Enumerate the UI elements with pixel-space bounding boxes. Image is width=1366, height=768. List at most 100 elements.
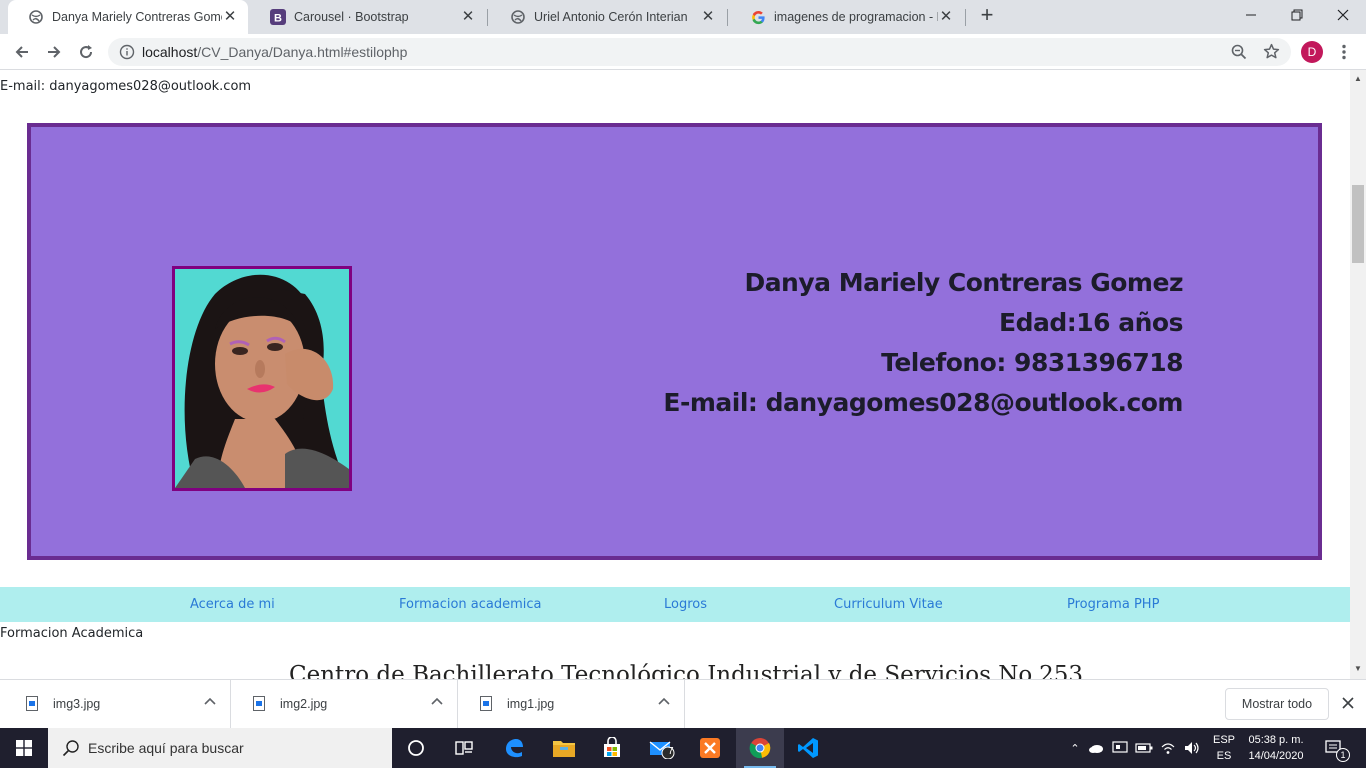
tab-separator: [487, 9, 488, 26]
tab-close-icon[interactable]: ✕: [700, 9, 716, 25]
system-tray: ⌃: [1066, 728, 1204, 768]
store-icon[interactable]: [588, 728, 636, 768]
vscode-icon[interactable]: [784, 728, 832, 768]
tab-title: imagenes de programacion - Bús: [774, 10, 938, 24]
search-icon: [62, 739, 80, 762]
back-arrow-icon[interactable]: [8, 38, 36, 66]
download-filename: img2.jpg: [280, 697, 328, 711]
notification-icon[interactable]: 1: [1314, 728, 1354, 768]
forward-arrow-icon[interactable]: [40, 38, 68, 66]
tab-strip: Danya Mariely Contreras Gomez ✕ B Carous…: [0, 0, 1366, 34]
image-file-icon: [253, 696, 265, 711]
email-text: E-mail: danyagomes028@outlook.com: [0, 79, 252, 94]
nav-link-curriculum[interactable]: Curriculum Vitae: [834, 597, 943, 612]
cortana-icon[interactable]: [392, 728, 440, 768]
tab-close-icon[interactable]: ✕: [938, 9, 954, 25]
profile-info: Danya Mariely Contreras Gomez Edad:16 añ…: [663, 263, 1183, 423]
profile-avatar[interactable]: D: [1301, 41, 1323, 63]
battery-icon[interactable]: [1132, 743, 1156, 753]
keyboard-code: ES: [1216, 750, 1232, 762]
image-file-icon: [26, 696, 38, 711]
wifi-icon[interactable]: [1156, 741, 1180, 755]
minimize-button[interactable]: [1228, 0, 1274, 30]
profile-age: Edad:16 años: [999, 308, 1183, 337]
section-nav: Acerca de mi Formacion academica Logros …: [0, 587, 1350, 622]
tab-title: Danya Mariely Contreras Gomez: [52, 10, 222, 24]
search-placeholder: Escribe aquí para buscar: [88, 740, 244, 756]
zoom-icon[interactable]: [1231, 44, 1247, 65]
tab-google[interactable]: imagenes de programacion - Bús ✕: [730, 0, 964, 34]
taskbar-clock[interactable]: 05:38 p. m. 14/04/2020: [1240, 732, 1312, 764]
mail-icon[interactable]: 7: [638, 728, 686, 768]
windows-start-icon[interactable]: [0, 728, 48, 768]
tab-danya[interactable]: Danya Mariely Contreras Gomez ✕: [8, 0, 248, 34]
close-downloads-icon[interactable]: [1339, 694, 1357, 712]
reload-icon[interactable]: [72, 38, 100, 66]
globe-icon: [510, 9, 526, 25]
url-path: /CV_Danya/Danya.html#estilophp: [197, 44, 408, 60]
tab-title: Uriel Antonio Cerón Interian: [534, 10, 688, 24]
mail-badge: 7: [668, 746, 674, 757]
profile-name: Danya Mariely Contreras Gomez: [744, 268, 1183, 297]
clock-date: 14/04/2020: [1248, 750, 1304, 762]
image-file-icon: [480, 696, 492, 711]
chevron-up-icon[interactable]: [656, 694, 672, 710]
menu-kebab-icon[interactable]: [1330, 38, 1358, 66]
file-explorer-icon[interactable]: [540, 728, 588, 768]
windows-taskbar: Escribe aquí para buscar 7 ⌃ ESP ES 05:3…: [0, 728, 1366, 768]
volume-icon[interactable]: [1180, 741, 1204, 755]
tab-close-icon[interactable]: ✕: [222, 9, 238, 25]
restore-button[interactable]: [1274, 0, 1320, 30]
chevron-up-icon[interactable]: [429, 694, 445, 710]
download-item[interactable]: img3.jpg: [4, 680, 231, 729]
address-bar[interactable]: localhost/CV_Danya/Danya.html#estilophp: [108, 38, 1291, 66]
device-icon[interactable]: [1108, 741, 1132, 755]
chrome-icon[interactable]: [736, 728, 784, 768]
svg-text:B: B: [274, 13, 282, 25]
nav-link-acerca[interactable]: Acerca de mi: [190, 597, 275, 612]
browser-toolbar: localhost/CV_Danya/Danya.html#estilophp …: [0, 34, 1366, 70]
tab-uriel[interactable]: Uriel Antonio Cerón Interian ✕: [490, 0, 726, 34]
page-scrollbar[interactable]: ▲ ▼: [1350, 70, 1366, 679]
bootstrap-icon: B: [270, 9, 286, 25]
language-indicator[interactable]: ESP ES: [1208, 732, 1240, 764]
window-close-button[interactable]: [1320, 0, 1366, 30]
xampp-icon[interactable]: [686, 728, 734, 768]
section-heading: Formacion Academica: [0, 626, 144, 641]
download-filename: img3.jpg: [53, 697, 101, 711]
scroll-thumb[interactable]: [1352, 185, 1364, 263]
page-viewport: E-mail: danyagomes028@outlook.com Danya …: [0, 70, 1350, 679]
url-text: localhost/CV_Danya/Danya.html#estilophp: [142, 44, 407, 60]
globe-icon: [28, 9, 44, 25]
tab-title: Carousel · Bootstrap: [294, 10, 409, 24]
scroll-down-icon[interactable]: ▼: [1354, 664, 1362, 673]
chevron-up-icon[interactable]: ⌃: [1066, 742, 1084, 755]
onedrive-icon[interactable]: [1084, 743, 1108, 753]
notification-count: 1: [1336, 748, 1350, 762]
downloads-shelf: img3.jpg img2.jpg img1.jpg Mostrar todo: [0, 679, 1366, 729]
new-tab-button[interactable]: +: [976, 4, 998, 27]
tab-carousel[interactable]: B Carousel · Bootstrap ✕: [250, 0, 486, 34]
show-all-downloads-button[interactable]: Mostrar todo: [1225, 688, 1329, 720]
edge-icon[interactable]: [490, 728, 538, 768]
tab-close-icon[interactable]: ✕: [460, 9, 476, 25]
google-icon: [750, 9, 766, 25]
bookmark-star-icon[interactable]: [1263, 43, 1280, 65]
profile-email: E-mail: danyagomes028@outlook.com: [663, 388, 1183, 417]
info-icon[interactable]: [119, 44, 135, 65]
profile-phone: Telefono: 9831396718: [881, 348, 1183, 377]
school-name: Centro de Bachillerato Tecnológico Indus…: [289, 662, 1084, 679]
nav-link-logros[interactable]: Logros: [664, 597, 707, 612]
taskbar-search-box[interactable]: Escribe aquí para buscar: [48, 728, 392, 768]
tab-separator: [965, 9, 966, 26]
profile-hero: Danya Mariely Contreras Gomez Edad:16 añ…: [27, 123, 1322, 560]
download-item[interactable]: img1.jpg: [458, 680, 685, 729]
chevron-up-icon[interactable]: [202, 694, 218, 710]
scroll-up-icon[interactable]: ▲: [1354, 74, 1362, 83]
task-view-icon[interactable]: [440, 728, 488, 768]
profile-photo: [172, 266, 352, 491]
language-code: ESP: [1212, 734, 1235, 746]
download-item[interactable]: img2.jpg: [231, 680, 458, 729]
nav-link-php[interactable]: Programa PHP: [1067, 597, 1159, 612]
nav-link-formacion[interactable]: Formacion academica: [399, 597, 542, 612]
